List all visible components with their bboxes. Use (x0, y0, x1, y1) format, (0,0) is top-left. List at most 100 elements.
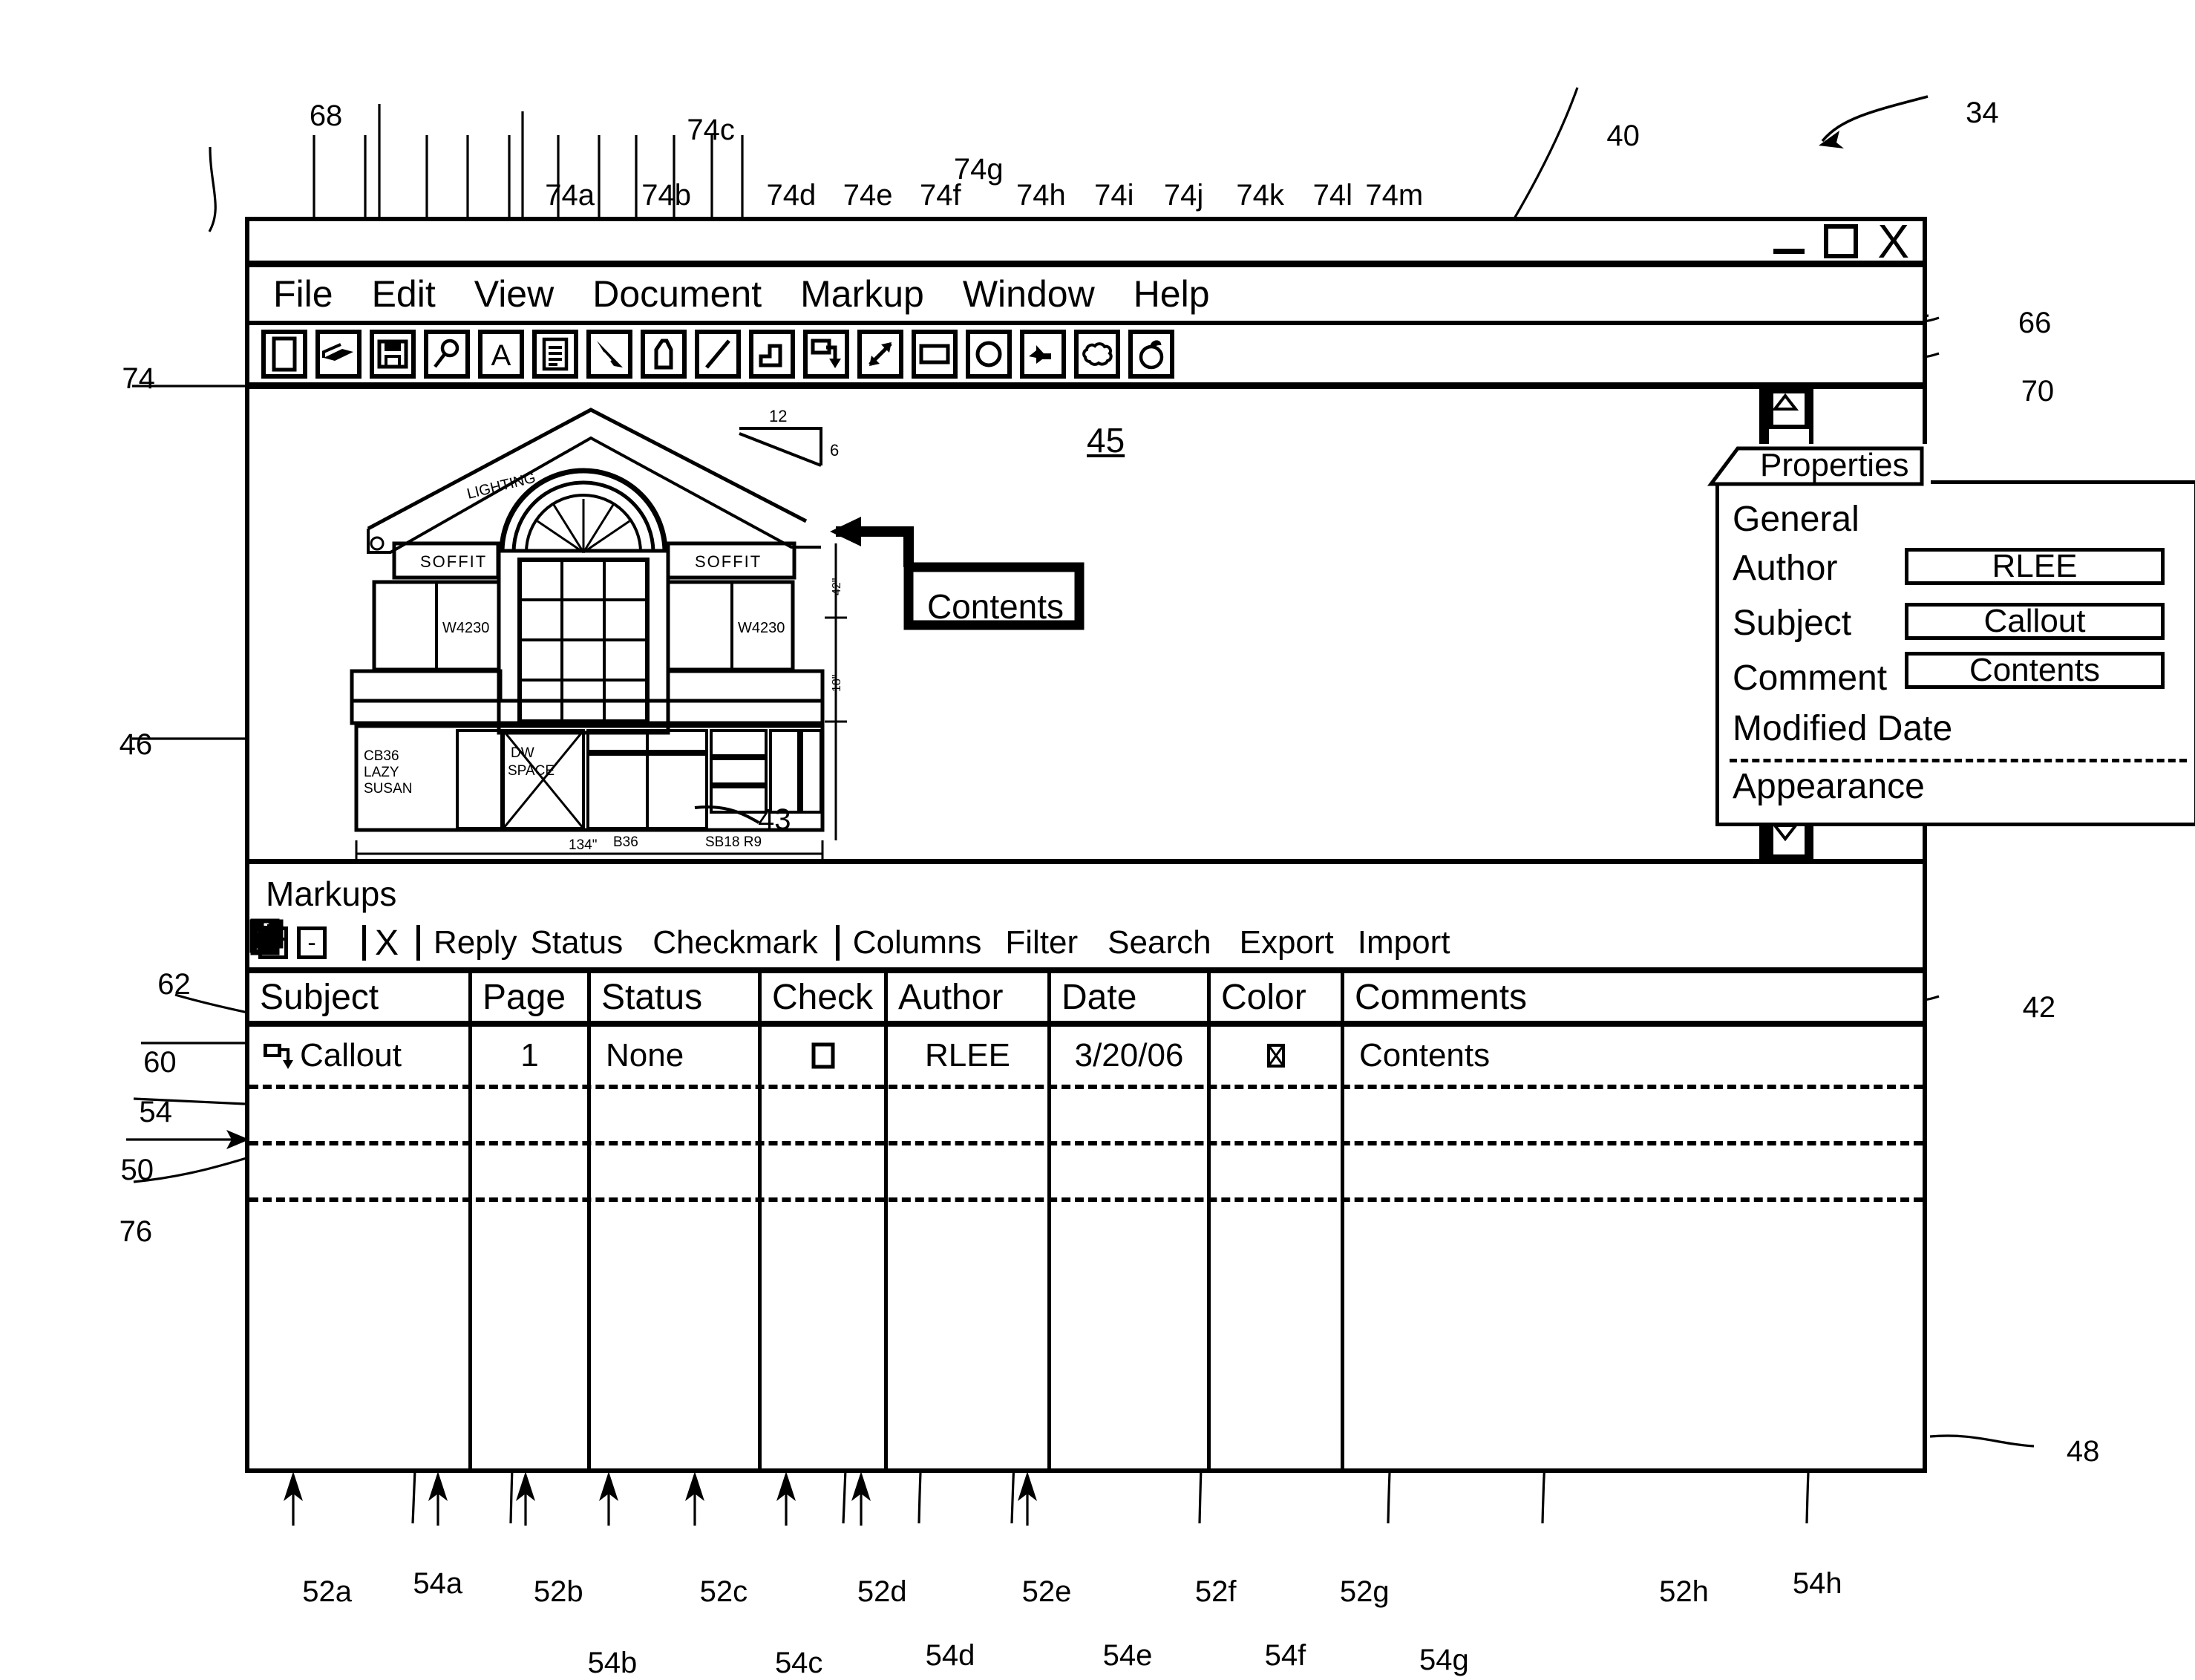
menu-bar: File Edit View Document Markup Window He… (249, 267, 1923, 325)
svg-text:LIGHTING: LIGHTING (465, 470, 537, 503)
stamp-tool-icon[interactable] (1128, 329, 1174, 379)
column-header-date[interactable]: Date (1051, 973, 1211, 1021)
cloud-tool-icon[interactable] (1074, 329, 1120, 379)
checkmark-label: Checkmark (652, 924, 818, 961)
cell-check[interactable] (762, 1027, 888, 1085)
checkbox-icon[interactable] (808, 1041, 838, 1071)
column-header-comments[interactable]: Comments (1344, 973, 1923, 1021)
menu-item-view[interactable]: View (474, 272, 554, 316)
close-icon[interactable]: X (1877, 218, 1909, 265)
toolbar-separator-2 (416, 925, 421, 961)
svg-text:DW: DW (511, 745, 534, 761)
toolbar-separator-3 (835, 925, 840, 961)
columns-button[interactable]: Columns (249, 919, 982, 961)
menu-item-help[interactable]: Help (1134, 272, 1210, 316)
line-tool-icon[interactable] (695, 329, 741, 379)
maximize-icon[interactable] (1824, 224, 1859, 258)
open-folder-icon[interactable] (315, 329, 362, 379)
page-canvas[interactable]: 45 LIGHTING 12 6 SOFFIT SOFFIT W4230 W42… (249, 389, 1764, 859)
pen-tool-icon[interactable] (586, 329, 632, 379)
cell-status[interactable]: None (591, 1027, 762, 1085)
markups-panel: Markups + - X Reply Status (249, 869, 1923, 1468)
table-row[interactable]: Callout 1 None RLEE 3/20/06 Contents (249, 1027, 1923, 1085)
cell-page[interactable]: 1 (472, 1027, 591, 1085)
svg-text:SOFFIT: SOFFIT (695, 552, 762, 571)
export-button[interactable]: Export (250, 918, 1334, 961)
minimize-icon[interactable] (1773, 248, 1805, 254)
filter-label: Filter (1005, 924, 1079, 961)
document-viewer: 45 LIGHTING 12 6 SOFFIT SOFFIT W4230 W42… (249, 389, 1923, 864)
search-button[interactable]: Search (252, 920, 1211, 961)
callout-markup-icon (264, 1044, 293, 1069)
svg-text:LAZY: LAZY (364, 765, 399, 780)
zoom-magnifier-icon[interactable] (424, 329, 470, 379)
table-header-row: Subject Page Status Check Author Date Co… (249, 973, 1923, 1027)
color-swatch-icon[interactable] (1263, 1042, 1289, 1070)
table-grid-line (249, 1085, 1923, 1089)
properties-value-comment[interactable]: Contents (1905, 652, 2165, 689)
menu-item-document[interactable]: Document (592, 272, 762, 316)
table-grid-line (249, 1197, 1923, 1202)
svg-text:SB18 R9: SB18 R9 (705, 834, 762, 850)
column-header-color[interactable]: Color (1211, 973, 1344, 1021)
new-document-icon[interactable] (261, 329, 307, 379)
columns-label: Columns (852, 924, 982, 961)
import-button[interactable]: Import (250, 918, 1450, 961)
menu-item-markup[interactable]: Markup (800, 272, 924, 316)
column-header-author[interactable]: Author (888, 973, 1051, 1021)
menu-item-edit[interactable]: Edit (372, 272, 436, 316)
title-bar: X (249, 218, 1923, 267)
svg-text:W4230: W4230 (442, 620, 489, 636)
filter-button[interactable]: Filter (250, 918, 1079, 961)
import-label: Import (1357, 924, 1450, 961)
save-disk-icon[interactable] (370, 329, 416, 379)
text-tool-icon[interactable]: A (478, 329, 524, 379)
arrow-tool-icon[interactable] (857, 329, 903, 379)
properties-value-subject[interactable]: Callout (1905, 603, 2165, 640)
callout-text: Contents (926, 587, 1064, 626)
export-label: Export (1239, 924, 1334, 961)
properties-section-appearance: Appearance (1733, 767, 1925, 806)
delete-button[interactable]: X (375, 923, 399, 964)
polyline-tool-icon[interactable] (749, 329, 795, 379)
column-header-status[interactable]: Status (591, 973, 762, 1021)
properties-section-general: General (1733, 500, 1859, 539)
table-column-separators (249, 1027, 1923, 1468)
svg-text:A: A (491, 339, 511, 372)
cell-color[interactable] (1211, 1027, 1344, 1085)
cell-author[interactable]: RLEE (888, 1027, 1051, 1085)
svg-text:SOFFIT: SOFFIT (420, 552, 487, 571)
column-header-check[interactable]: Check (762, 973, 888, 1021)
menu-item-window[interactable]: Window (963, 272, 1095, 316)
polygon-tool-icon[interactable] (1020, 329, 1066, 379)
menu-item-file[interactable]: File (273, 272, 333, 316)
scroll-up-arrow-icon[interactable] (1769, 389, 1809, 429)
properties-tab[interactable]: Properties (1707, 444, 1931, 486)
properties-label-author: Author (1733, 549, 1838, 588)
markups-panel-title: Markups (266, 875, 397, 913)
highlight-tool-icon[interactable] (641, 329, 687, 379)
window-controls: X (1773, 218, 1909, 265)
cell-date[interactable]: 3/20/06 (1051, 1027, 1211, 1085)
properties-value-author[interactable]: RLEE (1905, 548, 2165, 585)
callout-tool-icon[interactable] (803, 329, 849, 379)
ellipse-tool-icon[interactable] (966, 329, 1012, 379)
status-button[interactable]: Status (249, 919, 623, 961)
column-header-subject[interactable]: Subject (249, 973, 472, 1021)
checkmark-button[interactable]: Checkmark (251, 920, 818, 961)
cell-comments[interactable]: Contents (1344, 1027, 1923, 1085)
cell-subject-text: Callout (300, 1037, 402, 1073)
svg-text:SPACE: SPACE (508, 763, 555, 779)
rectangle-tool-icon[interactable] (912, 329, 958, 379)
cell-subject[interactable]: Callout (249, 1027, 472, 1085)
properties-label-comment: Comment (1733, 658, 1888, 698)
markups-toolbar: + - X Reply Status Check (249, 918, 1923, 973)
note-tool-icon[interactable] (532, 329, 578, 379)
properties-divider (1730, 759, 2187, 762)
svg-text:SUSAN: SUSAN (364, 781, 412, 797)
properties-tab-label: Properties (1760, 447, 1909, 483)
svg-text:18": 18" (831, 675, 843, 692)
remove-button[interactable]: - (297, 926, 327, 959)
reply-button[interactable]: Reply (252, 918, 517, 961)
column-header-page[interactable]: Page (472, 973, 591, 1021)
